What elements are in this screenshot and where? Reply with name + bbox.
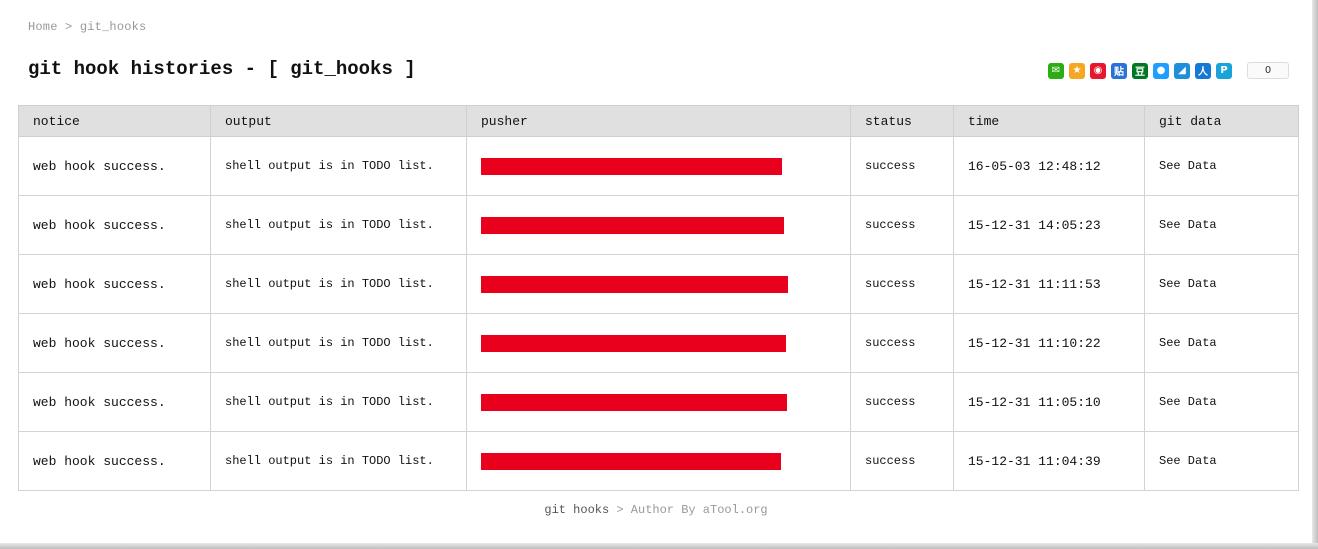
time-cell: 15-12-31 14:05:23 [953,195,1145,255]
column-header-output: output [210,105,467,137]
see-data-link[interactable]: See Data [1144,136,1299,196]
column-header-pusher: pusher [466,105,851,137]
share-bar: ✉ ★ ◉ 贴豆 ● ◢ 人 P 0 [1048,62,1289,79]
pusher-cell [466,372,851,432]
see-data-link[interactable]: See Data [1144,254,1299,314]
pusher-redaction [481,157,782,175]
notice-cell: web hook success. [18,254,211,314]
notice-cell: web hook success. [18,313,211,373]
pusher-cell [466,136,851,196]
pinterest-icon[interactable]: P [1216,62,1232,79]
output-cell: shell output is in TODO list. [210,195,467,255]
page-shadow-bottom [0,543,1318,549]
footer-home-link[interactable]: git hooks [544,503,609,517]
pusher-redaction [481,452,781,470]
pusher-redaction [481,216,784,234]
page: Home > git_hooks git hook histories - [ … [0,0,1312,543]
notice-cell: web hook success. [18,136,211,196]
wechat-icon[interactable]: ✉ [1048,62,1064,79]
table-row: web hook success. shell output is in TOD… [18,254,1299,314]
kaixin-icon[interactable]: 人 [1195,62,1211,79]
output-cell: shell output is in TODO list. [210,313,467,373]
see-data-link[interactable]: See Data [1144,195,1299,255]
tieba-icon[interactable]: 贴 [1111,62,1127,79]
table-row: web hook success. shell output is in TOD… [18,313,1299,373]
output-cell: shell output is in TODO list. [210,254,467,314]
output-cell: shell output is in TODO list. [210,136,467,196]
page-title: git hook histories - [ git_hooks ] [28,58,416,80]
qq-icon[interactable]: ● [1153,62,1169,79]
notice-cell: web hook success. [18,195,211,255]
see-data-link[interactable]: See Data [1144,372,1299,432]
time-cell: 15-12-31 11:11:53 [953,254,1145,314]
notice-cell: web hook success. [18,372,211,432]
pusher-cell [466,313,851,373]
page-shadow-right [1312,0,1318,549]
status-cell: success [850,136,954,196]
status-cell: success [850,431,954,491]
table-row: web hook success. shell output is in TOD… [18,136,1299,196]
table-row: web hook success. shell output is in TOD… [18,372,1299,432]
share-count[interactable]: 0 [1247,62,1289,79]
breadcrumb-separator: > [65,20,73,34]
table-row: web hook success. shell output is in TOD… [18,431,1299,491]
status-cell: success [850,195,954,255]
pusher-cell [466,195,851,255]
time-cell: 15-12-31 11:05:10 [953,372,1145,432]
qzone-icon[interactable]: ★ [1069,62,1085,79]
see-data-link[interactable]: See Data [1144,313,1299,373]
pusher-redaction [481,334,786,352]
footer-separator: > [616,503,624,517]
breadcrumb: Home > git_hooks [28,20,146,34]
footer: git hooks > Author By aTool.org [0,503,1312,517]
footer-author-link[interactable]: Author By aTool.org [631,503,768,517]
breadcrumb-current: git_hooks [79,20,147,34]
pusher-cell [466,254,851,314]
column-header-time: time [953,105,1145,137]
time-cell: 16-05-03 12:48:12 [953,136,1145,196]
column-header-status: status [850,105,954,137]
breadcrumb-home-link[interactable]: Home [28,20,58,34]
column-header-git-data: git data [1144,105,1299,137]
column-header-notice: notice [18,105,211,137]
status-cell: success [850,254,954,314]
pusher-redaction [481,275,788,293]
status-cell: success [850,313,954,373]
notice-cell: web hook success. [18,431,211,491]
douban-icon[interactable]: 豆 [1132,62,1148,79]
see-data-link[interactable]: See Data [1144,431,1299,491]
output-cell: shell output is in TODO list. [210,372,467,432]
table-row: web hook success. shell output is in TOD… [18,195,1299,255]
pusher-redaction [481,393,787,411]
history-table: notice output pusher status time git dat… [18,105,1299,491]
output-cell: shell output is in TODO list. [210,431,467,491]
weibo-icon[interactable]: ◉ [1090,62,1106,79]
pusher-cell [466,431,851,491]
table-header-row: notice output pusher status time git dat… [18,105,1299,137]
renren-icon[interactable]: ◢ [1174,62,1190,79]
time-cell: 15-12-31 11:04:39 [953,431,1145,491]
status-cell: success [850,372,954,432]
time-cell: 15-12-31 11:10:22 [953,313,1145,373]
